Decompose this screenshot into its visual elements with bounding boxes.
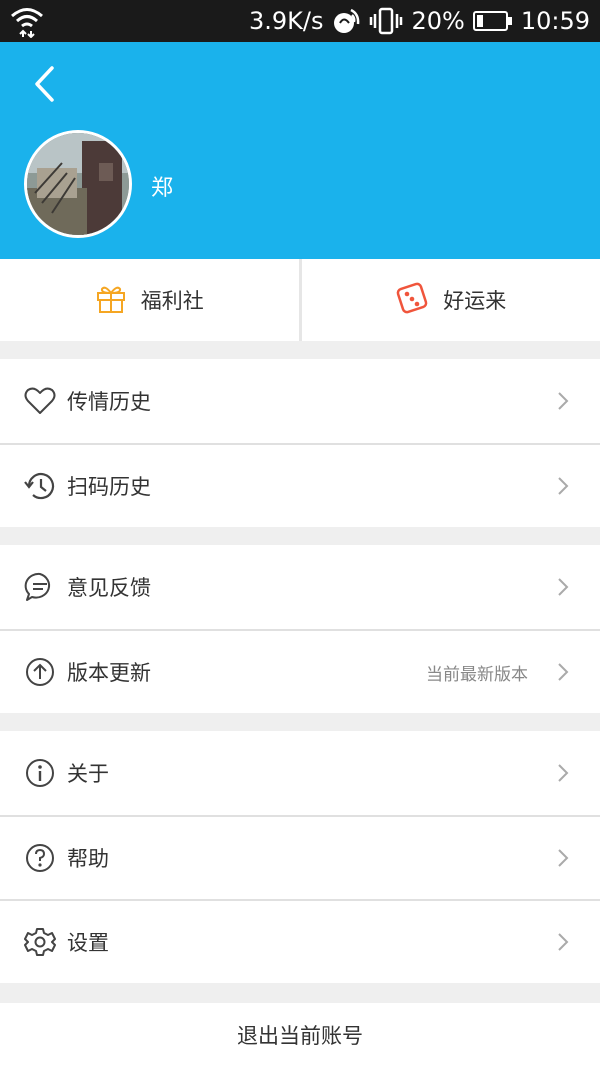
version-status: 当前最新版本 — [426, 664, 528, 685]
quick-actions: 福利社 好运来 — [0, 259, 600, 341]
question-icon — [24, 842, 56, 874]
clock: 10:59 — [520, 7, 590, 35]
history-clock-icon — [24, 470, 56, 502]
chevron-right-icon — [558, 477, 569, 495]
battery-percent: 20% — [411, 7, 465, 35]
info-group: 关于 帮助 设置 — [0, 731, 600, 983]
upload-arrow-icon — [24, 656, 56, 688]
gift-icon — [95, 283, 127, 318]
feedback-label: 意见反馈 — [67, 576, 151, 600]
support-group: 意见反馈 版本更新 当前最新版本 — [0, 545, 600, 713]
settings-label: 设置 — [67, 931, 109, 955]
version-update-item[interactable]: 版本更新 当前最新版本 — [0, 629, 600, 713]
nfc-icon — [331, 6, 361, 36]
luck-label: 好运来 — [443, 289, 507, 313]
help-item[interactable]: 帮助 — [0, 815, 600, 899]
chat-bubble-icon — [24, 571, 56, 603]
scan-history-item[interactable]: 扫码历史 — [0, 443, 600, 527]
version-update-label: 版本更新 — [67, 661, 151, 685]
network-speed: 3.9K/s — [248, 7, 324, 35]
info-icon — [24, 757, 56, 789]
chevron-right-icon — [558, 578, 569, 596]
logout-button[interactable]: 退出当前账号 — [0, 1003, 600, 1067]
gear-icon — [24, 926, 56, 958]
about-label: 关于 — [67, 762, 109, 786]
scan-history-label: 扫码历史 — [67, 475, 151, 499]
luck-button[interactable]: 好运来 — [302, 259, 600, 341]
wifi-icon — [10, 4, 44, 38]
history-group: 传情历史 扫码历史 — [0, 359, 600, 527]
avatar-photo — [27, 133, 129, 235]
chevron-right-icon — [558, 764, 569, 782]
profile-header: 郑 — [0, 42, 600, 259]
status-bar: 3.9K/s 20% 10:59 — [0, 0, 600, 42]
username: 郑 — [151, 176, 174, 201]
about-item[interactable]: 关于 — [0, 731, 600, 815]
back-button[interactable] — [26, 62, 66, 106]
vibrate-icon — [369, 6, 403, 36]
chevron-right-icon — [558, 392, 569, 410]
avatar[interactable] — [24, 130, 132, 238]
chevron-right-icon — [558, 933, 569, 951]
settings-item[interactable]: 设置 — [0, 899, 600, 983]
battery-icon — [472, 10, 513, 32]
chevron-right-icon — [558, 663, 569, 681]
love-history-label: 传情历史 — [67, 390, 151, 414]
logout-label: 退出当前账号 — [237, 1024, 363, 1048]
heart-icon — [24, 385, 56, 417]
help-label: 帮助 — [67, 847, 109, 871]
feedback-item[interactable]: 意见反馈 — [0, 545, 600, 629]
welfare-label: 福利社 — [140, 289, 204, 313]
welfare-button[interactable]: 福利社 — [0, 259, 299, 341]
love-history-item[interactable]: 传情历史 — [0, 359, 600, 443]
dice-icon — [395, 281, 429, 320]
chevron-right-icon — [558, 849, 569, 867]
chevron-left-icon — [35, 66, 54, 102]
